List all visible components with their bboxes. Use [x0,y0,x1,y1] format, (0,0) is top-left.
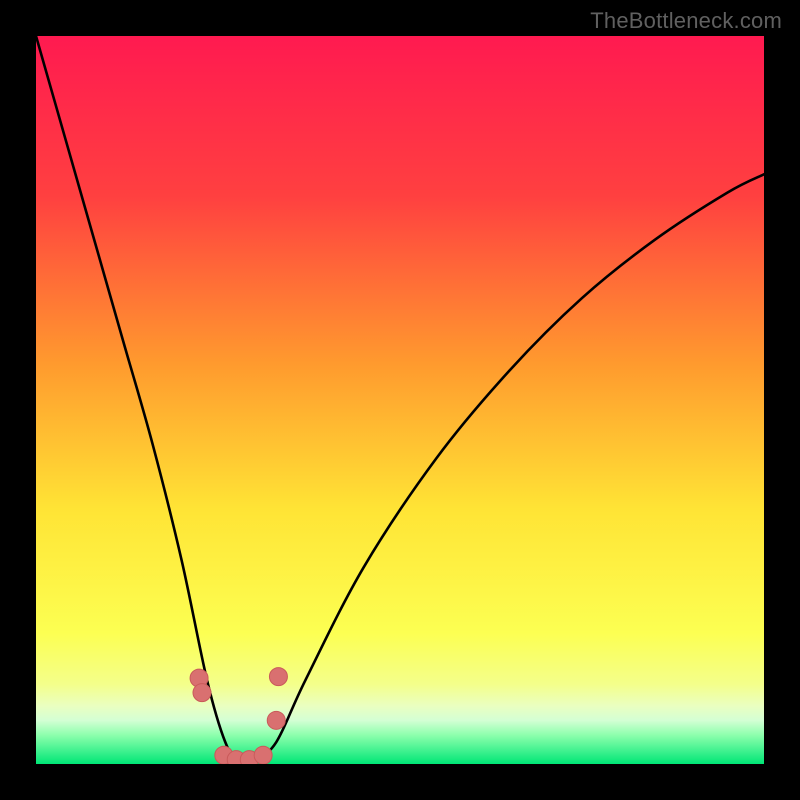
plot-area [36,36,764,764]
curve-marker [193,684,211,702]
curve-marker [254,746,272,764]
chart-svg [36,36,764,764]
gradient-background [36,36,764,764]
curve-marker [269,668,287,686]
watermark-text: TheBottleneck.com [590,8,782,34]
curve-marker [267,711,285,729]
chart-frame: TheBottleneck.com [0,0,800,800]
